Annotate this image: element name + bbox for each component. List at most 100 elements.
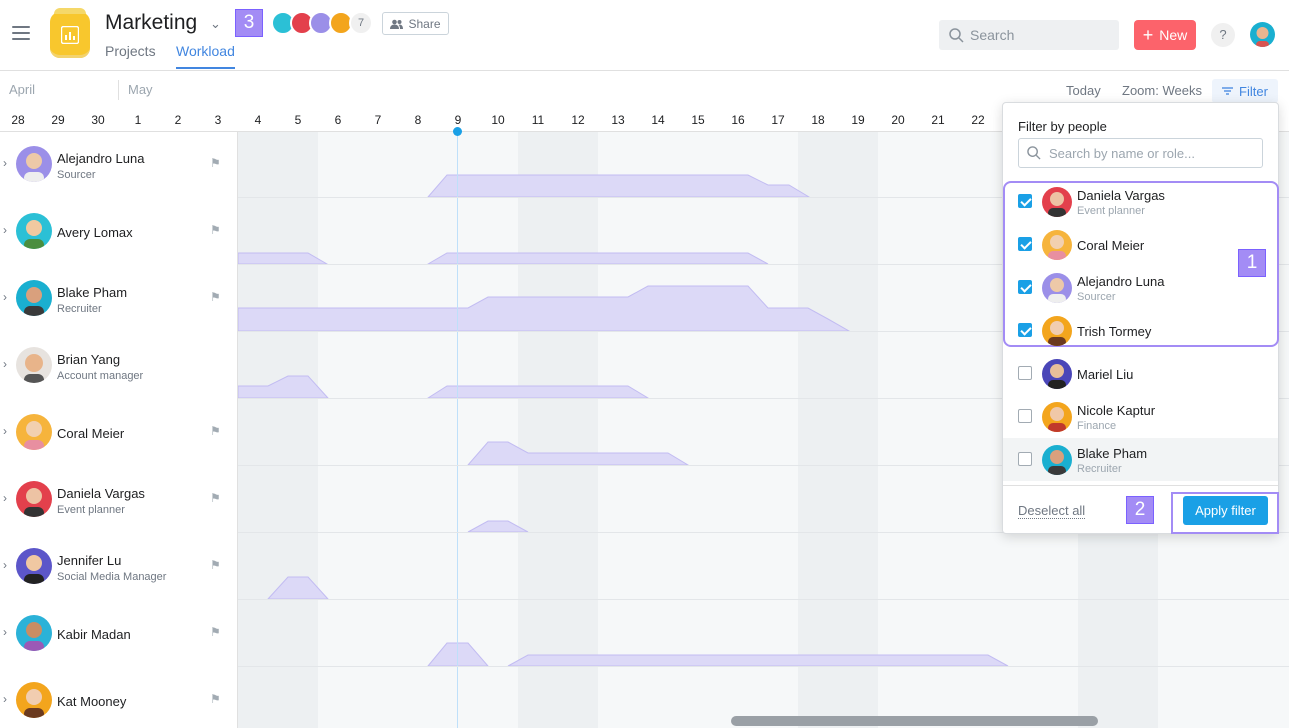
zoom-selector[interactable]: Zoom: Weeks <box>1122 83 1202 98</box>
day-label: 30 <box>91 113 105 127</box>
day-label: 17 <box>771 113 785 127</box>
flag-icon[interactable]: ⚑ <box>210 692 221 706</box>
day-label: 8 <box>414 113 422 127</box>
workload-bar-alejandro-luna <box>426 174 811 198</box>
chevron-right-icon[interactable]: › <box>3 290 7 304</box>
annotation-marker-3: 3 <box>235 9 263 37</box>
flag-icon[interactable]: ⚑ <box>210 290 221 304</box>
option-role: Sourcer <box>1077 291 1116 303</box>
filter-button[interactable]: Filter <box>1212 79 1278 103</box>
flag-icon[interactable]: ⚑ <box>210 625 221 639</box>
popover-footer-divider <box>1003 485 1278 486</box>
chevron-down-icon[interactable]: ⌄ <box>210 16 221 32</box>
workload-bar-avery-lomax <box>426 252 769 265</box>
person-row[interactable]: › Jennifer Lu Social Media Manager ⚑ <box>0 534 238 601</box>
day-label: 29 <box>51 113 65 127</box>
chevron-right-icon[interactable]: › <box>3 424 7 438</box>
chevron-right-icon[interactable]: › <box>3 357 7 371</box>
workload-bar-blake-pham <box>238 285 851 332</box>
person-row[interactable]: › Blake Pham Recruiter ⚑ <box>0 266 238 333</box>
today-line <box>457 132 458 728</box>
user-avatar[interactable] <box>1250 22 1275 47</box>
person-row[interactable]: › Brian Yang Account manager <box>0 333 238 400</box>
annotation-marker-1: 1 <box>1238 249 1266 277</box>
person-row[interactable]: › Kat Mooney ⚑ <box>0 668 238 728</box>
avatar <box>16 146 52 182</box>
avatar <box>1042 187 1072 217</box>
filter-option[interactable]: Blake Pham Recruiter <box>1003 438 1278 481</box>
filter-icon <box>1222 87 1234 95</box>
member-count-badge[interactable]: 7 <box>349 11 373 35</box>
filter-option[interactable]: Alejandro Luna Sourcer <box>1003 266 1278 309</box>
new-button[interactable]: + New <box>1134 20 1196 50</box>
person-row[interactable]: › Avery Lomax ⚑ <box>0 199 238 266</box>
tab-projects[interactable]: Projects <box>105 43 156 59</box>
option-name: Nicole Kaptur <box>1077 403 1156 418</box>
day-label: 1 <box>134 113 142 127</box>
chevron-right-icon[interactable]: › <box>3 223 7 237</box>
workload-app: Marketing ⌄ Projects Workload 3 7 Share … <box>0 0 1289 728</box>
checkbox[interactable] <box>1018 366 1032 380</box>
day-label: 12 <box>571 113 585 127</box>
avatar <box>16 347 52 383</box>
filter-option[interactable]: Nicole Kaptur Finance <box>1003 395 1278 438</box>
filter-option[interactable]: Coral Meier <box>1003 223 1278 266</box>
workload-bar-daniela-vargas <box>467 520 529 533</box>
day-label: 18 <box>811 113 825 127</box>
people-search-input[interactable]: Search by name or role... <box>1018 138 1263 168</box>
avatar <box>16 615 52 651</box>
flag-icon[interactable]: ⚑ <box>210 558 221 572</box>
share-button[interactable]: Share <box>382 12 449 35</box>
flag-icon[interactable]: ⚑ <box>210 223 221 237</box>
person-name: Jennifer Lu <box>57 553 122 568</box>
chevron-right-icon[interactable]: › <box>3 692 7 706</box>
person-name: Kabir Madan <box>57 627 131 642</box>
filter-popover: Filter by people Search by name or role.… <box>1002 102 1279 534</box>
tab-workload[interactable]: Workload <box>176 43 235 59</box>
person-row[interactable]: › Coral Meier ⚑ <box>0 400 238 467</box>
day-label: 10 <box>491 113 505 127</box>
checkbox[interactable] <box>1018 237 1032 251</box>
menu-icon[interactable] <box>12 26 30 40</box>
month-label-may: May <box>128 82 153 97</box>
chevron-right-icon[interactable]: › <box>3 625 7 639</box>
filter-option[interactable]: Trish Tormey <box>1003 309 1278 352</box>
person-row[interactable]: › Daniela Vargas Event planner ⚑ <box>0 467 238 534</box>
day-label: 3 <box>214 113 222 127</box>
option-name: Blake Pham <box>1077 446 1148 461</box>
option-name: Trish Tormey <box>1077 324 1152 339</box>
day-label: 9 <box>454 113 462 127</box>
deselect-all-link[interactable]: Deselect all <box>1018 503 1086 519</box>
chevron-right-icon[interactable]: › <box>3 491 7 505</box>
checkbox[interactable] <box>1018 323 1032 337</box>
flag-icon[interactable]: ⚑ <box>210 491 221 505</box>
search-input[interactable]: Search <box>939 20 1119 50</box>
checkbox[interactable] <box>1018 280 1032 294</box>
person-row[interactable]: › Alejandro Luna Sourcer ⚑ <box>0 132 238 199</box>
search-placeholder: Search <box>970 27 1015 43</box>
today-button[interactable]: Today <box>1066 83 1101 98</box>
chevron-right-icon[interactable]: › <box>3 156 7 170</box>
help-button[interactable]: ? <box>1211 23 1235 47</box>
filter-option[interactable]: Mariel Liu <box>1003 352 1278 395</box>
checkbox[interactable] <box>1018 452 1032 466</box>
checkbox[interactable] <box>1018 194 1032 208</box>
plus-icon: + <box>1142 25 1154 45</box>
option-role: Recruiter <box>1077 463 1122 475</box>
avatar <box>1042 402 1072 432</box>
person-role: Social Media Manager <box>57 571 167 583</box>
chevron-right-icon[interactable]: › <box>3 558 7 572</box>
apply-filter-button[interactable]: Apply filter <box>1183 496 1268 525</box>
person-name: Kat Mooney <box>57 694 127 709</box>
checkbox[interactable] <box>1018 409 1032 423</box>
workload-bar-jennifer-lu <box>266 576 330 600</box>
flag-icon[interactable]: ⚑ <box>210 156 221 170</box>
avatar <box>16 548 52 584</box>
person-row[interactable]: › Kabir Madan ⚑ <box>0 601 238 668</box>
flag-icon[interactable]: ⚑ <box>210 424 221 438</box>
horizontal-scrollbar[interactable] <box>731 716 1098 726</box>
day-label: 7 <box>374 113 382 127</box>
person-role: Sourcer <box>57 169 96 181</box>
filter-option[interactable]: Daniela Vargas Event planner <box>1003 180 1278 223</box>
avatar <box>1042 230 1072 260</box>
